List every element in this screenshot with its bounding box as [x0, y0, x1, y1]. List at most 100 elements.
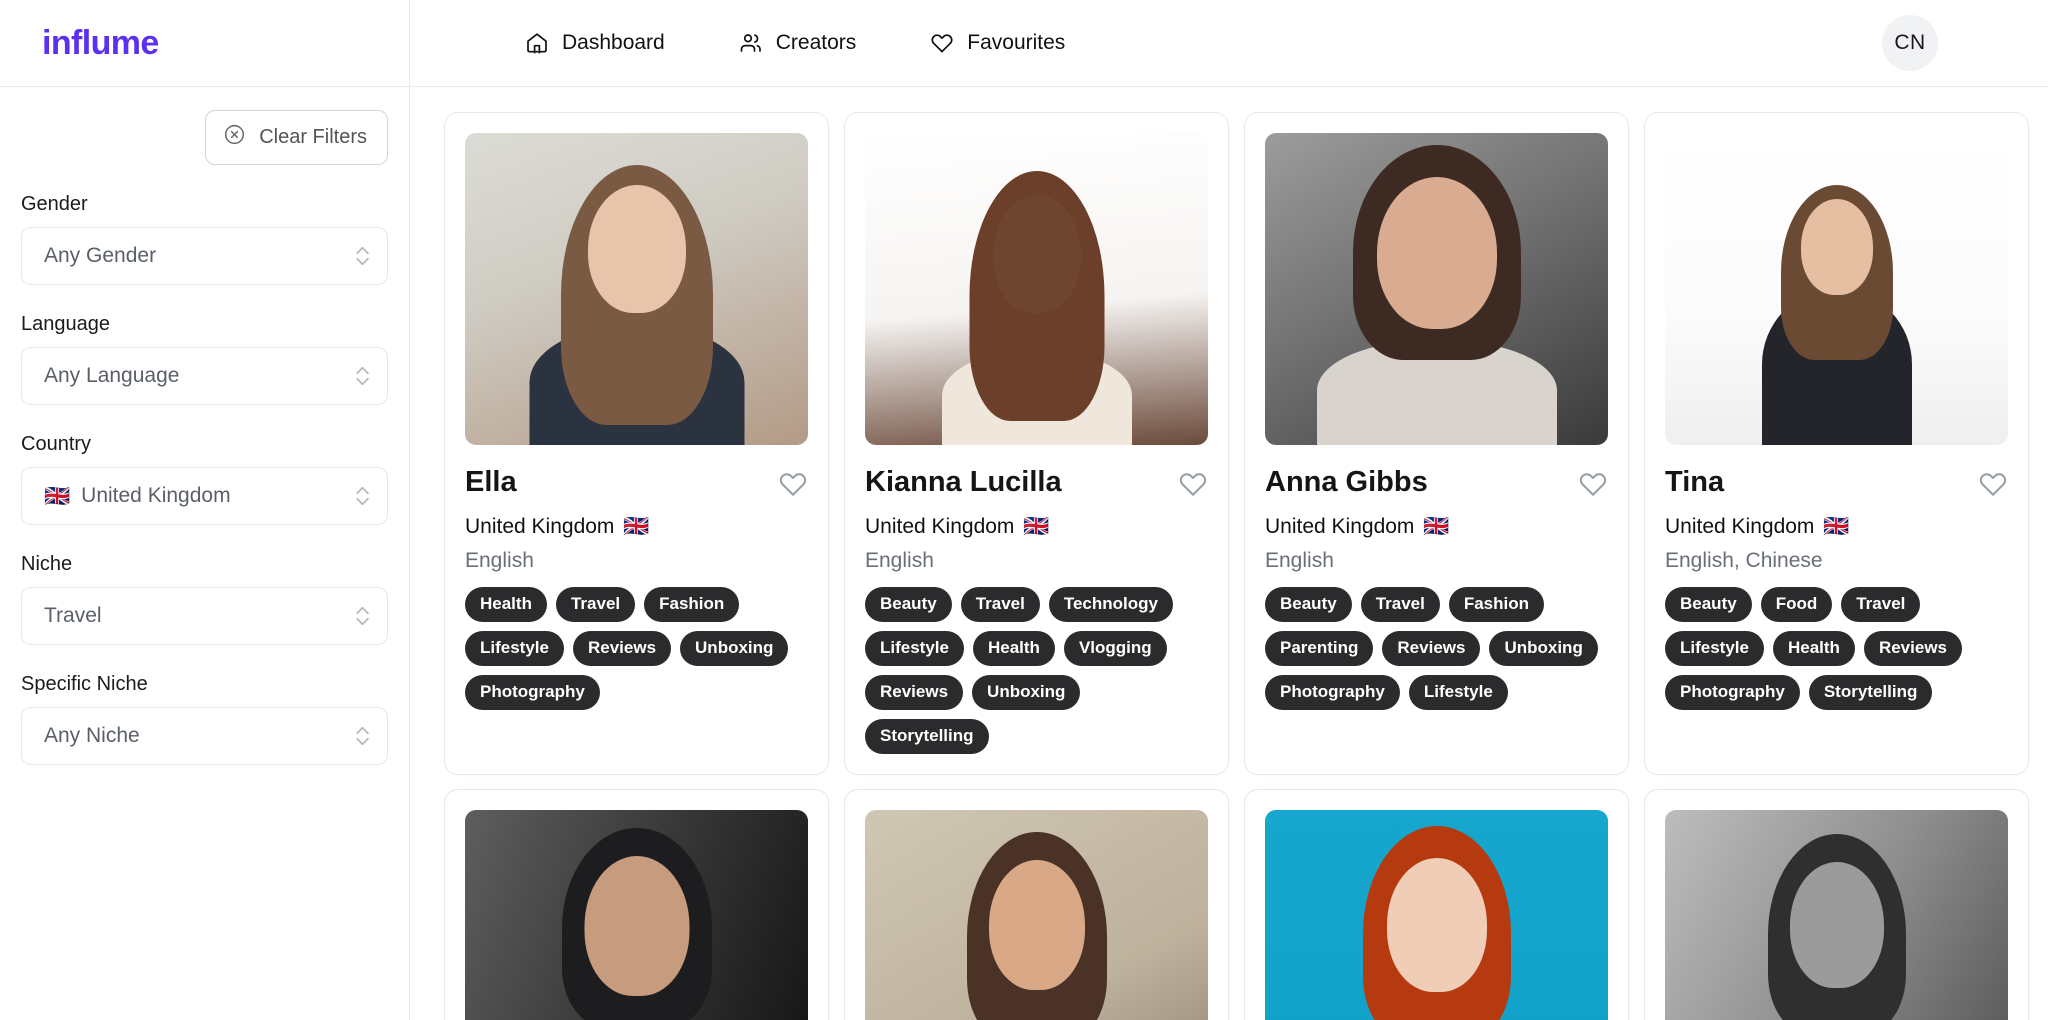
uk-flag-icon: 🇬🇧 — [44, 484, 71, 508]
creator-country: United Kingdom 🇬🇧 — [865, 515, 1208, 539]
creators-grid-area: Ella United Kingdom 🇬🇧 English Health Tr… — [411, 87, 2048, 1020]
filter-gender: Gender Any Gender — [21, 193, 388, 285]
creator-tag[interactable]: Storytelling — [865, 719, 989, 754]
creator-card[interactable] — [1244, 789, 1629, 1020]
brand[interactable]: influme — [0, 0, 410, 86]
clear-filters-button[interactable]: Clear Filters — [205, 110, 388, 165]
favourite-heart-icon[interactable] — [1178, 467, 1208, 504]
creator-country-label: United Kingdom — [1265, 515, 1415, 538]
creator-tag[interactable]: Fashion — [644, 587, 740, 622]
portrait-figure — [1265, 810, 1608, 1020]
filter-label: Country — [21, 433, 92, 455]
uk-flag-icon: 🇬🇧 — [1823, 515, 1850, 538]
niche-select[interactable]: Travel — [21, 587, 388, 645]
creator-photo — [1665, 810, 2008, 1020]
select-value: Any Language — [44, 364, 180, 387]
nav-item-creators[interactable]: Creators — [739, 31, 856, 55]
creators-grid: Ella United Kingdom 🇬🇧 English Health Tr… — [444, 112, 2048, 1020]
country-select[interactable]: 🇬🇧 United Kingdom — [21, 467, 388, 525]
creator-tag[interactable]: Health — [465, 587, 547, 622]
select-value: United Kingdom — [81, 484, 231, 507]
creator-tag[interactable]: Vlogging — [1063, 631, 1167, 666]
gender-select[interactable]: Any Gender — [21, 227, 388, 285]
creator-tag[interactable]: Travel — [1841, 587, 1921, 622]
creator-tag[interactable]: Photography — [1665, 675, 1800, 710]
favourite-heart-icon[interactable] — [778, 467, 808, 504]
portrait-figure — [865, 133, 1208, 445]
creator-languages: English — [865, 549, 934, 572]
creator-tag[interactable]: Health — [1772, 631, 1855, 666]
creator-card-header: Ella — [465, 467, 808, 504]
creator-languages: English — [465, 549, 534, 572]
creator-tag[interactable]: Reviews — [865, 675, 964, 710]
creator-tag[interactable]: Beauty — [1265, 587, 1352, 622]
creator-tag[interactable]: Lifestyle — [1665, 631, 1764, 666]
creator-tag[interactable]: Storytelling — [1808, 675, 1933, 710]
nav-item-dashboard[interactable]: Dashboard — [525, 31, 665, 55]
creator-tag[interactable]: Beauty — [1665, 587, 1752, 622]
app-header: influme Dashboard Creators Favourites CN — [0, 0, 2048, 87]
creator-country-label: United Kingdom — [1665, 515, 1815, 538]
creator-tag[interactable]: Lifestyle — [465, 631, 564, 666]
clear-filters-label: Clear Filters — [259, 126, 367, 148]
specific-niche-select[interactable]: Any Niche — [21, 707, 388, 765]
creator-card[interactable]: Tina United Kingdom 🇬🇧 English, Chinese … — [1644, 112, 2029, 775]
creator-country: United Kingdom 🇬🇧 — [1665, 515, 2008, 539]
chevron-updown-icon — [356, 246, 369, 266]
creator-name: Kianna Lucilla — [865, 466, 1062, 498]
filter-label: Specific Niche — [21, 673, 148, 695]
creator-card[interactable] — [1644, 789, 2029, 1020]
uk-flag-icon: 🇬🇧 — [623, 515, 650, 538]
creator-tag[interactable]: Health — [972, 631, 1055, 666]
creator-country-label: United Kingdom — [865, 515, 1015, 538]
creator-tag[interactable]: Food — [1760, 587, 1833, 622]
filters-sidebar: Clear Filters Gender Any Gender Language… — [0, 87, 410, 1020]
portrait-figure — [465, 133, 808, 445]
creator-tag[interactable]: Photography — [1265, 675, 1400, 710]
creator-tag[interactable]: Travel — [555, 587, 636, 622]
creator-photo — [1265, 810, 1608, 1020]
select-value: Any Niche — [44, 724, 140, 747]
uk-flag-icon: 🇬🇧 — [1023, 515, 1050, 538]
creator-photo — [465, 133, 808, 445]
nav-item-favourites[interactable]: Favourites — [930, 31, 1065, 55]
creator-country-label: United Kingdom — [465, 515, 615, 538]
main-nav: Dashboard Creators Favourites — [410, 31, 1882, 55]
creator-tag[interactable]: Parenting — [1265, 631, 1374, 666]
creator-tag[interactable]: Unboxing — [680, 631, 789, 666]
creator-tag[interactable]: Technology — [1048, 587, 1173, 622]
filter-country: Country 🇬🇧 United Kingdom — [21, 433, 388, 525]
avatar[interactable]: CN — [1882, 15, 1938, 71]
creator-tag[interactable]: Reviews — [1382, 631, 1481, 666]
creator-tag[interactable]: Lifestyle — [865, 631, 964, 666]
creator-card[interactable]: Ella United Kingdom 🇬🇧 English Health Tr… — [444, 112, 829, 775]
creator-card[interactable] — [444, 789, 829, 1020]
creator-card[interactable]: Kianna Lucilla United Kingdom 🇬🇧 English… — [844, 112, 1229, 775]
creator-tag[interactable]: Travel — [960, 587, 1040, 622]
creator-card-header: Kianna Lucilla — [865, 467, 1208, 504]
nav-label: Favourites — [967, 31, 1066, 54]
creator-card[interactable] — [844, 789, 1229, 1020]
creator-tag[interactable]: Beauty — [865, 587, 952, 622]
select-value: Travel — [44, 604, 102, 627]
creator-tag[interactable]: Lifestyle — [1408, 675, 1508, 710]
creator-tag[interactable]: Reviews — [572, 631, 672, 666]
creator-card[interactable]: Anna Gibbs United Kingdom 🇬🇧 English Bea… — [1244, 112, 1629, 775]
creator-tag[interactable]: Travel — [1360, 587, 1440, 622]
creator-tags: Health Travel Fashion Lifestyle Reviews … — [465, 587, 808, 710]
favourite-heart-icon[interactable] — [1978, 467, 2008, 504]
select-value: Any Gender — [44, 244, 157, 267]
creator-tag[interactable]: Unboxing — [1489, 631, 1598, 666]
portrait-figure — [1665, 810, 2008, 1020]
home-icon — [525, 31, 549, 55]
creator-tag[interactable]: Fashion — [1448, 587, 1545, 622]
creator-tag[interactable]: Unboxing — [972, 675, 1081, 710]
chevron-updown-icon — [356, 726, 369, 746]
language-select[interactable]: Any Language — [21, 347, 388, 405]
creator-tag[interactable]: Reviews — [1863, 631, 1962, 666]
creator-card-header: Anna Gibbs — [1265, 467, 1608, 504]
favourite-heart-icon[interactable] — [1578, 467, 1608, 504]
creator-photo — [865, 133, 1208, 445]
creator-country: United Kingdom 🇬🇧 — [465, 515, 808, 539]
creator-tag[interactable]: Photography — [465, 675, 600, 710]
